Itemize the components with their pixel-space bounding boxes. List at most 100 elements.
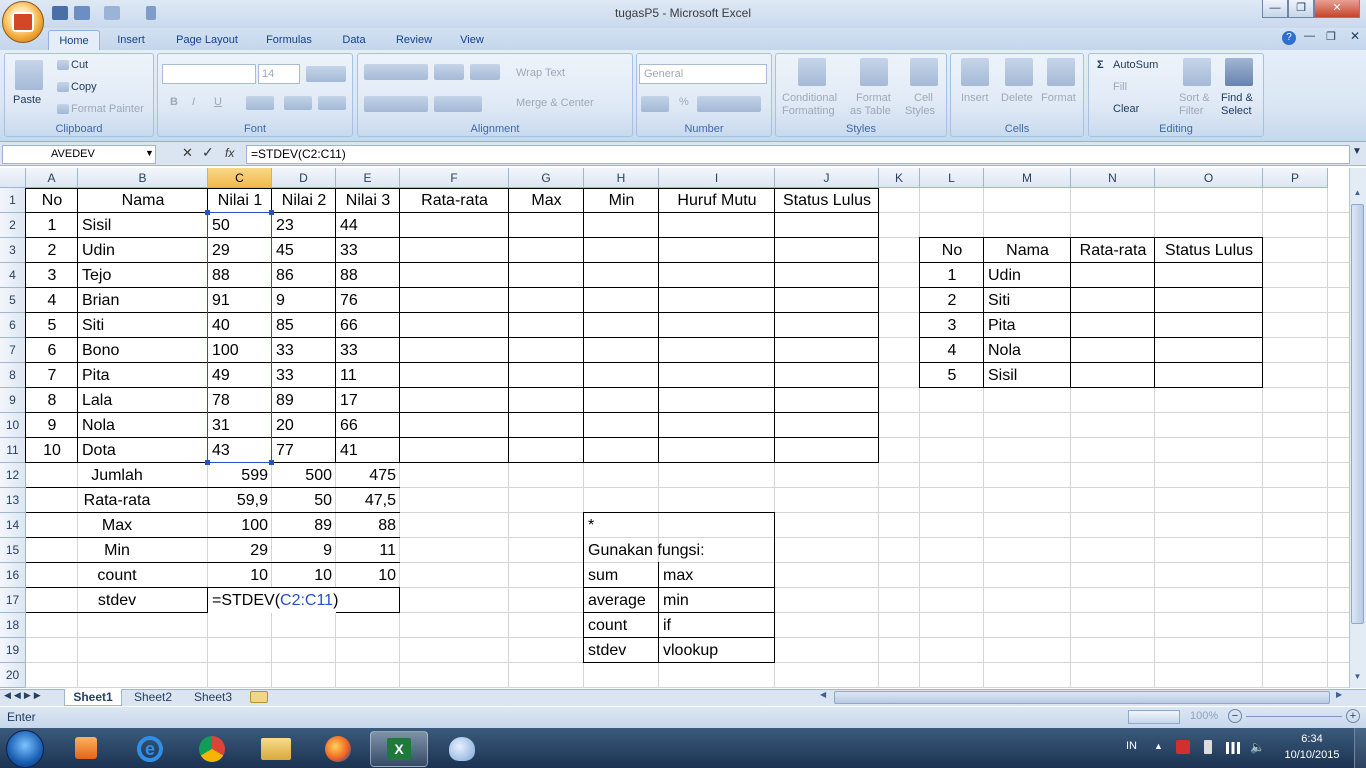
side-no[interactable]: 2 xyxy=(920,288,984,313)
row-header-11[interactable]: 11 xyxy=(0,438,26,463)
side-header-cell[interactable]: Nama xyxy=(984,238,1071,263)
find-select-button[interactable]: Find & xyxy=(1221,92,1253,104)
note-function[interactable]: if xyxy=(659,613,775,638)
student-name[interactable]: Siti xyxy=(78,313,208,338)
scroll-right-icon[interactable]: ▶ xyxy=(1336,690,1342,699)
font-name-select[interactable] xyxy=(162,64,256,84)
note-function[interactable]: max xyxy=(659,563,775,588)
fill-color-icon[interactable] xyxy=(284,96,312,110)
format-as-table-button[interactable]: Format xyxy=(856,92,891,104)
summary-c[interactable]: 29 xyxy=(208,538,272,563)
nilai3-cell[interactable]: 41 xyxy=(336,438,400,463)
side-no[interactable]: 1 xyxy=(920,263,984,288)
office-button[interactable] xyxy=(2,1,44,43)
column-header-n[interactable]: N xyxy=(1071,168,1155,188)
nilai1-cell[interactable]: 43 xyxy=(208,438,272,463)
note-function[interactable]: min xyxy=(659,588,775,613)
nilai2-cell[interactable]: 33 xyxy=(272,363,336,388)
nilai3-cell[interactable]: 76 xyxy=(336,288,400,313)
copy-button[interactable]: Copy xyxy=(71,81,97,93)
tab-home[interactable]: Home xyxy=(48,30,100,50)
nilai1-cell[interactable]: 91 xyxy=(208,288,272,313)
header-cell[interactable]: No xyxy=(26,188,78,213)
summary-c[interactable]: 599 xyxy=(208,463,272,488)
summary-e[interactable]: 10 xyxy=(336,563,400,588)
nilai1-cell[interactable]: 49 xyxy=(208,363,272,388)
side-no[interactable]: 5 xyxy=(920,363,984,388)
battery-icon[interactable] xyxy=(1204,740,1212,754)
summary-d[interactable]: 89 xyxy=(272,513,336,538)
volume-icon[interactable]: 🔈 xyxy=(1250,740,1265,754)
ribbon-restore-icon[interactable]: ❐ xyxy=(1326,30,1336,43)
format-painter-button[interactable]: Format Painter xyxy=(71,103,144,115)
tab-view[interactable]: View xyxy=(452,30,492,50)
row-header-17[interactable]: 17 xyxy=(0,588,26,613)
student-no[interactable]: 9 xyxy=(26,413,78,438)
percent-button[interactable]: % xyxy=(679,96,689,108)
view-buttons-icon[interactable] xyxy=(1128,710,1180,724)
restore-button[interactable]: ❐ xyxy=(1288,0,1314,18)
student-no[interactable]: 6 xyxy=(26,338,78,363)
side-no[interactable]: 3 xyxy=(920,313,984,338)
vertical-scroll-thumb[interactable] xyxy=(1351,204,1364,624)
note-function[interactable]: sum xyxy=(584,563,659,588)
tab-formulas[interactable]: Formulas xyxy=(258,30,320,50)
font-grow-shrink-icon[interactable] xyxy=(306,66,346,82)
student-name[interactable]: Udin xyxy=(78,238,208,263)
scroll-down-icon[interactable]: ▼ xyxy=(1351,672,1364,688)
column-header-d[interactable]: D xyxy=(272,168,336,188)
student-name[interactable]: Sisil xyxy=(78,213,208,238)
row-header-15[interactable]: 15 xyxy=(0,538,26,563)
sheet-tab-3[interactable]: Sheet3 xyxy=(184,689,242,706)
summary-c[interactable]: 10 xyxy=(208,563,272,588)
indent-adjust-icon[interactable] xyxy=(434,96,482,112)
summary-e[interactable]: 88 xyxy=(336,513,400,538)
nilai2-cell[interactable]: 9 xyxy=(272,288,336,313)
clock-time[interactable]: 6:34 xyxy=(1292,733,1332,745)
summary-d[interactable]: 500 xyxy=(272,463,336,488)
summary-label[interactable]: Max xyxy=(26,513,208,538)
column-header-j[interactable]: J xyxy=(775,168,879,188)
zoom-in-icon[interactable]: + xyxy=(1346,709,1360,723)
clock-date[interactable]: 10/10/2015 xyxy=(1280,749,1344,761)
horizontal-scroll-thumb[interactable] xyxy=(834,691,1330,704)
note-function[interactable]: average xyxy=(584,588,659,613)
paste-button[interactable]: Paste xyxy=(13,94,41,106)
name-box-dropdown-icon[interactable]: ▼ xyxy=(145,148,154,158)
nilai2-cell[interactable]: 85 xyxy=(272,313,336,338)
explorer-folder-icon[interactable] xyxy=(250,731,302,767)
scroll-left-icon[interactable]: ◀ xyxy=(820,690,826,699)
sort-filter-button[interactable]: Sort & xyxy=(1179,92,1210,104)
nilai3-cell[interactable]: 88 xyxy=(336,263,400,288)
select-all-corner[interactable] xyxy=(0,168,26,188)
delete-cells-button[interactable]: Delete xyxy=(1001,92,1033,104)
side-name[interactable]: Udin xyxy=(984,263,1071,288)
cell-styles-button[interactable]: Cell xyxy=(914,92,933,104)
summary-d[interactable]: 50 xyxy=(272,488,336,513)
header-cell[interactable]: Min xyxy=(584,188,659,213)
nilai2-cell[interactable]: 45 xyxy=(272,238,336,263)
row-header-13[interactable]: 13 xyxy=(0,488,26,513)
number-format-select[interactable]: General xyxy=(639,64,767,84)
row-header-1[interactable]: 1 xyxy=(0,188,26,213)
side-header-cell[interactable]: Status Lulus xyxy=(1155,238,1263,263)
summary-e[interactable]: 475 xyxy=(336,463,400,488)
tab-page-layout[interactable]: Page Layout xyxy=(168,30,246,50)
header-cell[interactable]: Nilai 2 xyxy=(272,188,336,213)
name-box[interactable]: AVEDEV xyxy=(2,145,156,164)
cut-button[interactable]: Cut xyxy=(71,59,88,71)
insert-cells-button[interactable]: Insert xyxy=(961,92,989,104)
row-header-16[interactable]: 16 xyxy=(0,563,26,588)
nilai2-cell[interactable]: 89 xyxy=(272,388,336,413)
header-cell[interactable]: Nilai 3 xyxy=(336,188,400,213)
row-header-9[interactable]: 9 xyxy=(0,388,26,413)
indent-icon[interactable] xyxy=(470,64,500,80)
column-header-l[interactable]: L xyxy=(920,168,984,188)
student-no[interactable]: 7 xyxy=(26,363,78,388)
header-cell[interactable]: Nilai 1 xyxy=(208,188,272,213)
student-no[interactable]: 1 xyxy=(26,213,78,238)
nilai2-cell[interactable]: 77 xyxy=(272,438,336,463)
nilai1-cell[interactable]: 40 xyxy=(208,313,272,338)
insert-function-button[interactable]: fx xyxy=(225,146,234,160)
side-name[interactable]: Sisil xyxy=(984,363,1071,388)
